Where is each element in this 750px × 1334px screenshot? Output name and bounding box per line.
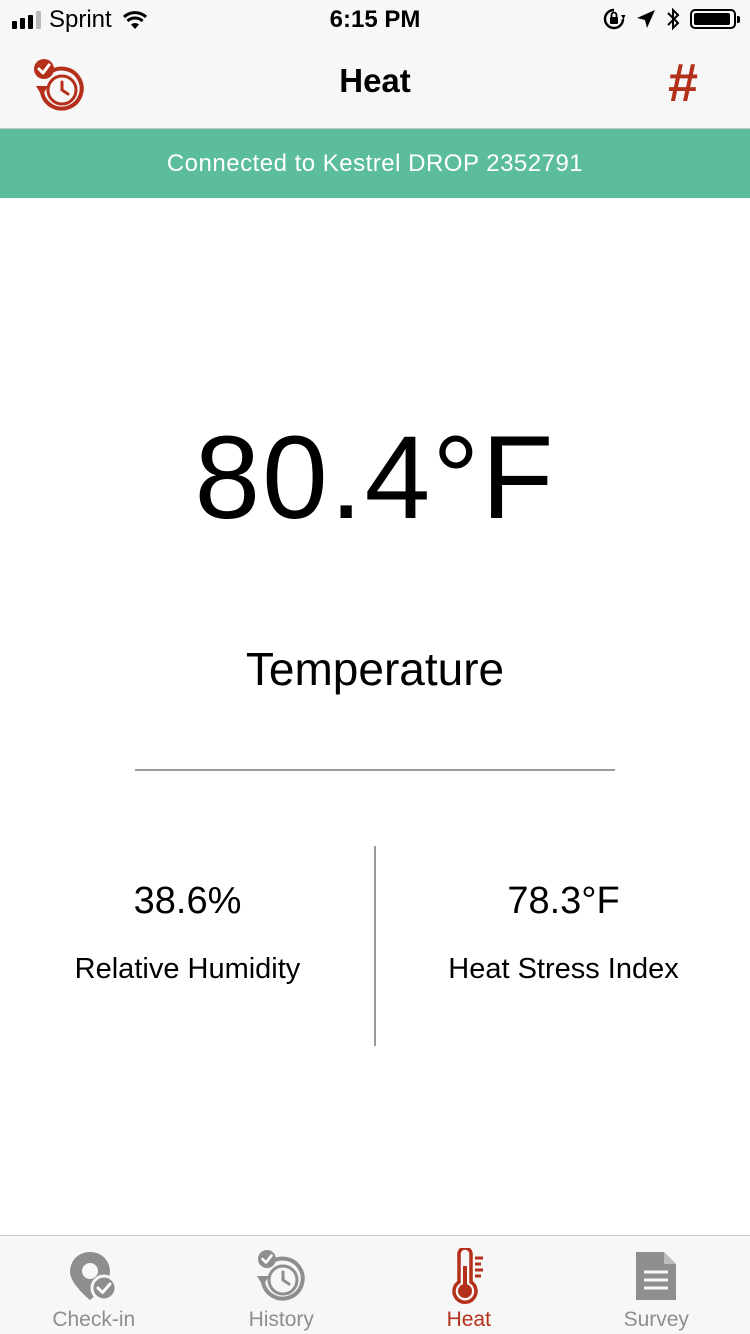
- battery-level: [694, 13, 731, 25]
- tab-history[interactable]: History: [188, 1236, 376, 1334]
- hashtag-button[interactable]: #: [668, 50, 698, 116]
- location-icon: [637, 10, 655, 28]
- thermometer-icon: [452, 1248, 483, 1304]
- battery-icon: [690, 9, 740, 29]
- connection-status-text: Connected to Kestrel DROP 2352791: [166, 149, 584, 177]
- tab-label-history: History: [248, 1308, 314, 1331]
- tab-check-in[interactable]: Check-in: [0, 1236, 188, 1334]
- relative-humidity-stat: 38.6% Relative Humidity: [0, 880, 375, 986]
- relative-humidity-label: Relative Humidity: [74, 953, 301, 985]
- tab-bar: Check-in History Heat Survey: [0, 1235, 750, 1334]
- tab-label-check-in: Check-in: [52, 1308, 136, 1331]
- tab-survey[interactable]: Survey: [563, 1236, 750, 1334]
- heat-stress-index-label: Heat Stress Index: [448, 953, 679, 985]
- orientation-lock-icon: [603, 8, 626, 30]
- tab-label-survey: Survey: [623, 1308, 689, 1331]
- screen: Sprint 6:15 PM Heat # Connected to Kestr…: [0, 0, 750, 1334]
- connection-banner: Connected to Kestrel DROP 2352791: [0, 129, 750, 198]
- status-bar: Sprint 6:15 PM: [0, 0, 750, 40]
- page-title: Heat: [339, 62, 411, 99]
- bluetooth-icon: [667, 7, 680, 31]
- temperature-value: 80.4°F: [194, 412, 556, 544]
- check-in-pin-icon: [69, 1252, 118, 1302]
- history-clock-icon: [257, 1250, 305, 1301]
- tab-heat[interactable]: Heat: [375, 1236, 563, 1334]
- relative-humidity-value: 38.6%: [133, 880, 242, 922]
- temperature-label: Temperature: [245, 643, 505, 695]
- status-right: [602, 7, 740, 31]
- horizontal-divider: [135, 769, 615, 771]
- tab-label-heat: Heat: [446, 1308, 491, 1331]
- navigation-bar: Heat #: [0, 40, 750, 129]
- heat-stress-index-value: 78.3°F: [507, 880, 620, 922]
- heat-stress-index-stat: 78.3°F Heat Stress Index: [376, 880, 750, 986]
- survey-document-icon: [636, 1252, 677, 1300]
